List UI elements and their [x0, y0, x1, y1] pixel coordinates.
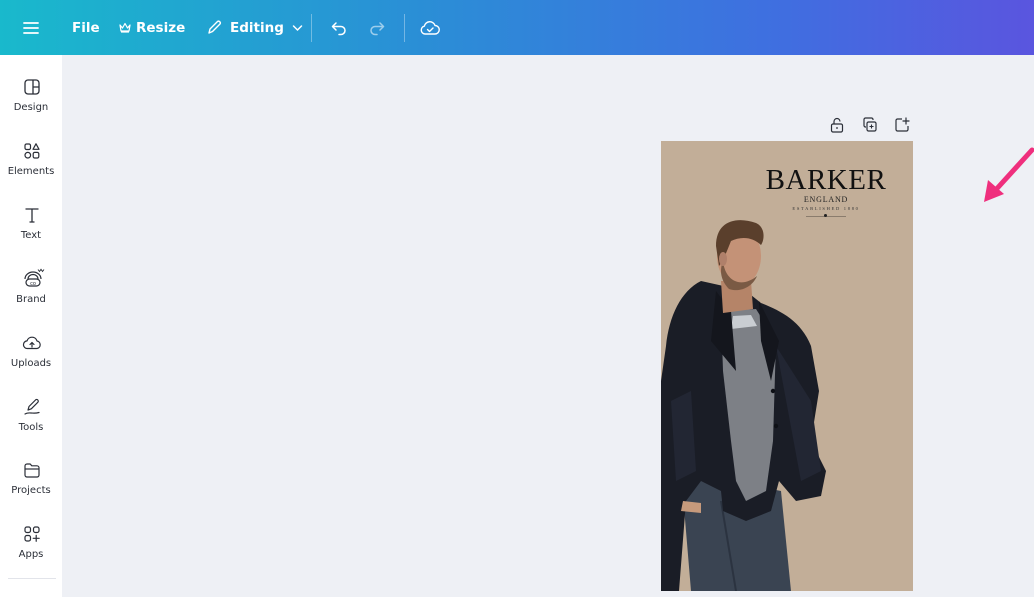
- chevron-down-icon: [292, 24, 303, 32]
- design-page[interactable]: BARKER ENGLAND ESTABLISHED 1880: [661, 141, 913, 591]
- sidebar-item-label: Elements: [7, 166, 55, 177]
- editing-mode-dropdown[interactable]: Editing: [206, 0, 303, 55]
- add-page-icon[interactable]: [893, 116, 911, 134]
- sidebar-item-label: Design: [13, 102, 49, 113]
- sidebar-item-brand[interactable]: co Brand: [0, 267, 62, 327]
- sidebar-item-elements[interactable]: Elements: [0, 141, 62, 201]
- sidebar-item-label: Text: [20, 230, 42, 241]
- hamburger-icon[interactable]: [22, 0, 40, 55]
- crown-icon: [119, 22, 131, 33]
- sidebar-item-label: Uploads: [10, 358, 52, 369]
- sidebar-item-apps[interactable]: Apps: [0, 524, 62, 584]
- design-brand-subtitle[interactable]: ENGLAND: [756, 195, 896, 204]
- file-menu-label: File: [72, 19, 100, 36]
- elements-shapes-icon: [22, 141, 42, 161]
- sidebar-item-label: Tools: [18, 422, 44, 433]
- folder-icon: [22, 460, 42, 480]
- sidebar-item-label: Brand: [16, 294, 46, 305]
- sidebar-item-uploads[interactable]: Uploads: [0, 333, 62, 393]
- brand-kit-icon: co: [22, 267, 45, 287]
- toolbar-divider: [404, 14, 405, 42]
- design-established-text[interactable]: ESTABLISHED 1880: [756, 206, 896, 211]
- pointer-arrow-icon: [984, 147, 1034, 202]
- design-divider-dot: [824, 214, 827, 217]
- pencil-icon: [206, 19, 223, 36]
- top-toolbar: File Resize Editing: [0, 0, 1034, 55]
- sidebar-item-projects[interactable]: Projects: [0, 460, 62, 520]
- design-brand-title[interactable]: BARKER: [756, 164, 896, 197]
- resize-button[interactable]: Resize: [119, 0, 185, 55]
- sidebar-item-label: Projects: [11, 485, 51, 496]
- cloud-upload-icon: [22, 333, 42, 353]
- sidebar-item-design[interactable]: Design: [0, 77, 62, 137]
- duplicate-page-icon[interactable]: [861, 116, 879, 134]
- sidebar-item-label: Apps: [18, 549, 44, 560]
- lock-icon[interactable]: [828, 116, 846, 134]
- design-layout-icon: [22, 77, 42, 97]
- sidebar-divider: [8, 578, 56, 579]
- cloud-check-icon[interactable]: [420, 0, 440, 55]
- redo-icon[interactable]: [368, 0, 386, 55]
- resize-label: Resize: [136, 19, 186, 36]
- text-icon: [22, 205, 42, 225]
- apps-grid-icon: [22, 524, 42, 544]
- editing-mode-label: Editing: [230, 19, 284, 36]
- draw-pen-icon: [22, 397, 42, 417]
- sidebar-item-tools[interactable]: Tools: [0, 397, 62, 457]
- side-panel: Design Elements Text co Brand Uploads To…: [0, 55, 62, 597]
- sidebar-item-text[interactable]: Text: [0, 205, 62, 265]
- file-menu-button[interactable]: File: [72, 0, 100, 55]
- toolbar-divider: [311, 14, 312, 42]
- svg-text:co: co: [30, 281, 36, 287]
- undo-icon[interactable]: [330, 0, 348, 55]
